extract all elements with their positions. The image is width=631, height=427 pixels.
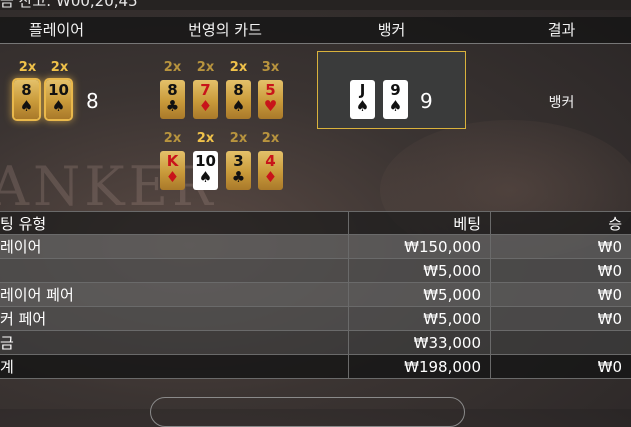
spade-icon: ♠ [231, 97, 246, 115]
club-icon: ♣ [231, 168, 246, 186]
win-amount-cell: ₩0 [597, 286, 622, 304]
win-amount-cell: ₩0 [597, 238, 622, 256]
heart-icon: ♥ [263, 97, 278, 115]
bet-amount-cell: ₩5,000 [423, 286, 481, 304]
win-amount-cell: ₩0 [597, 262, 622, 280]
diamond-icon: ♦ [263, 168, 278, 186]
lucky-card-1: 8 ♣ [160, 80, 185, 119]
player-score: 8 [86, 89, 99, 113]
table-row: 금 ₩33,000 [0, 331, 631, 355]
balance-text: 금 잔고: ₩00,20,45 [0, 0, 138, 10]
player-card-2-multiplier: 2x [50, 60, 69, 75]
header-lucky-cards: 번영의 카드 [188, 21, 262, 39]
player-card-2: 10 ♠ [46, 80, 71, 119]
club-icon: ♣ [165, 97, 180, 115]
results-header: 플레이어 번영의 카드 뱅커 결과 [0, 17, 631, 44]
column-divider [490, 211, 491, 379]
bet-amount-cell: ₩33,000 [413, 334, 481, 352]
bet-amount-cell: ₩5,000 [423, 262, 481, 280]
table-row: 레이어 페어 ₩5,000 ₩0 [0, 283, 631, 307]
bet-type-cell: 레이어 페어 [0, 286, 74, 304]
column-header-bet: 베팅 [453, 215, 481, 233]
banker-card-2: 9 ♠ [383, 80, 408, 119]
bet-type-cell: 레이어 [0, 238, 42, 256]
lucky-card-8: 4 ♦ [258, 151, 283, 190]
bet-amount-cell: ₩198,000 [404, 358, 481, 376]
lucky-card-3: 8 ♠ [226, 80, 251, 119]
table-header-row: 팅 유형 베팅 승 [0, 211, 631, 235]
player-card-1-multiplier: 2x [18, 60, 37, 75]
table-row: ₩5,000 ₩0 [0, 259, 631, 283]
lucky-card-3-multiplier: 2x [229, 60, 248, 75]
header-result: 결과 [547, 21, 576, 39]
lucky-card-2-multiplier: 2x [196, 60, 215, 75]
win-amount-cell: ₩0 [597, 310, 622, 328]
column-header-bet-type: 팅 유형 [0, 215, 47, 233]
spade-icon: ♠ [51, 97, 66, 115]
lucky-card-2: 7 ♦ [193, 80, 218, 119]
bet-type-cell: 커 페어 [0, 310, 47, 328]
lucky-card-6: 10 ♠ [193, 151, 218, 190]
lucky-card-6-multiplier: 2x [196, 131, 215, 146]
player-card-1: 8 ♠ [14, 80, 39, 119]
header-player: 플레이어 [28, 21, 85, 39]
lucky-card-5-multiplier: 2x [163, 131, 182, 146]
bet-type-cell [0, 259, 348, 283]
spade-icon: ♠ [388, 97, 403, 115]
lucky-card-7-multiplier: 2x [229, 131, 248, 146]
table-total-row: 계 ₩198,000 ₩0 [0, 355, 631, 379]
balance-strip: 금 잔고: ₩00,20,45 [0, 0, 631, 10]
lucky-card-7: 3 ♣ [226, 151, 251, 190]
column-header-win: 승 [608, 215, 622, 233]
lucky-card-4-multiplier: 3x [261, 60, 280, 75]
spade-icon: ♠ [198, 168, 213, 186]
bet-amount-cell: ₩5,000 [423, 310, 481, 328]
bottom-control-outline[interactable] [150, 397, 465, 427]
round-result: 뱅커 [548, 95, 575, 111]
win-amount-cell [491, 331, 622, 355]
bet-type-cell: 금 [0, 334, 14, 352]
spade-icon: ♠ [19, 97, 34, 115]
bet-amount-cell: ₩150,000 [404, 238, 481, 256]
lucky-card-4: 5 ♥ [258, 80, 283, 119]
diamond-icon: ♦ [198, 97, 213, 115]
lucky-card-8-multiplier: 2x [261, 131, 280, 146]
win-amount-cell: ₩0 [597, 358, 622, 376]
table-row: 커 페어 ₩5,000 ₩0 [0, 307, 631, 331]
column-divider [348, 211, 349, 379]
lucky-card-5: K ♦ [160, 151, 185, 190]
header-banker: 뱅커 [377, 21, 406, 39]
banker-score: 9 [420, 89, 433, 113]
bet-type-cell: 계 [0, 358, 14, 376]
banker-card-1: J ♠ [350, 80, 375, 119]
lucky-card-1-multiplier: 2x [163, 60, 182, 75]
spade-icon: ♠ [355, 97, 370, 115]
table-row: 레이어 ₩150,000 ₩0 [0, 235, 631, 259]
diamond-icon: ♦ [165, 168, 180, 186]
